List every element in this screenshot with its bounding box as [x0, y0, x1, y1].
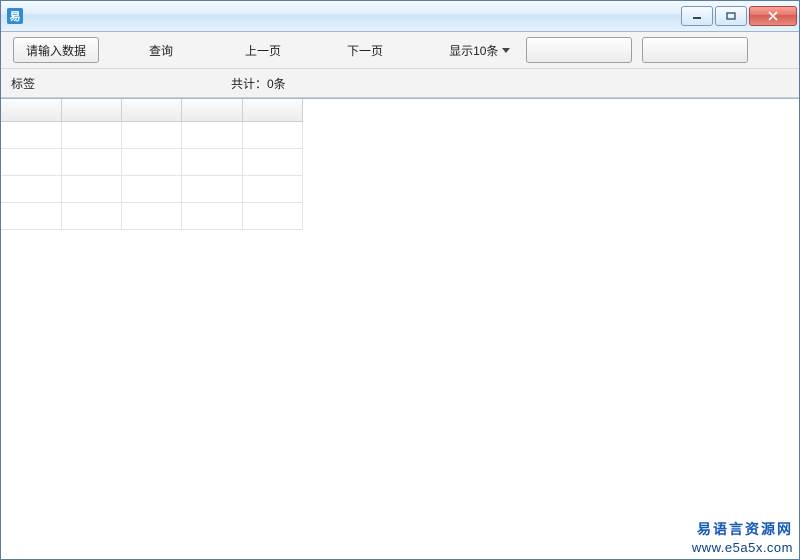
- titlebar: 易: [1, 1, 799, 32]
- close-button[interactable]: [749, 6, 797, 26]
- toolbar-button-1[interactable]: [526, 37, 632, 63]
- next-page-link[interactable]: 下一页: [341, 42, 389, 59]
- col-header[interactable]: [61, 99, 121, 122]
- query-link[interactable]: 查询: [143, 42, 179, 59]
- toolbar-button-2[interactable]: [642, 37, 748, 63]
- status-label: 标签: [11, 75, 35, 92]
- status-bar: 标签 共计：0条: [1, 69, 799, 98]
- toolbar: 请输入数据 查询 上一页 下一页 显示10条: [1, 32, 799, 69]
- minimize-icon: [692, 12, 702, 20]
- table-body: [1, 122, 303, 230]
- chevron-down-icon: [502, 48, 510, 53]
- col-header[interactable]: [122, 99, 182, 122]
- prev-page-link[interactable]: 上一页: [239, 42, 287, 59]
- col-header[interactable]: [182, 99, 242, 122]
- titlebar-left: 易: [7, 8, 29, 24]
- input-data-button[interactable]: 请输入数据: [13, 37, 99, 63]
- close-icon: [767, 11, 779, 21]
- table-row[interactable]: [1, 203, 303, 230]
- show-count-select[interactable]: 显示10条: [443, 42, 516, 59]
- table-row[interactable]: [1, 149, 303, 176]
- table-header: [1, 99, 303, 122]
- data-table[interactable]: [1, 99, 303, 230]
- show-count-label: 显示10条: [449, 42, 498, 59]
- app-window: 易 请输入数据 查询 上一页 下一页 显示10条: [0, 0, 800, 560]
- content-area: [1, 98, 799, 559]
- app-icon: 易: [7, 8, 23, 24]
- col-header[interactable]: [1, 99, 61, 122]
- status-total: 共计：0条: [231, 75, 286, 92]
- table-row[interactable]: [1, 176, 303, 203]
- window-controls: [681, 6, 799, 26]
- col-header[interactable]: [242, 99, 302, 122]
- maximize-button[interactable]: [715, 6, 747, 26]
- maximize-icon: [726, 12, 736, 20]
- minimize-button[interactable]: [681, 6, 713, 26]
- table-row[interactable]: [1, 122, 303, 149]
